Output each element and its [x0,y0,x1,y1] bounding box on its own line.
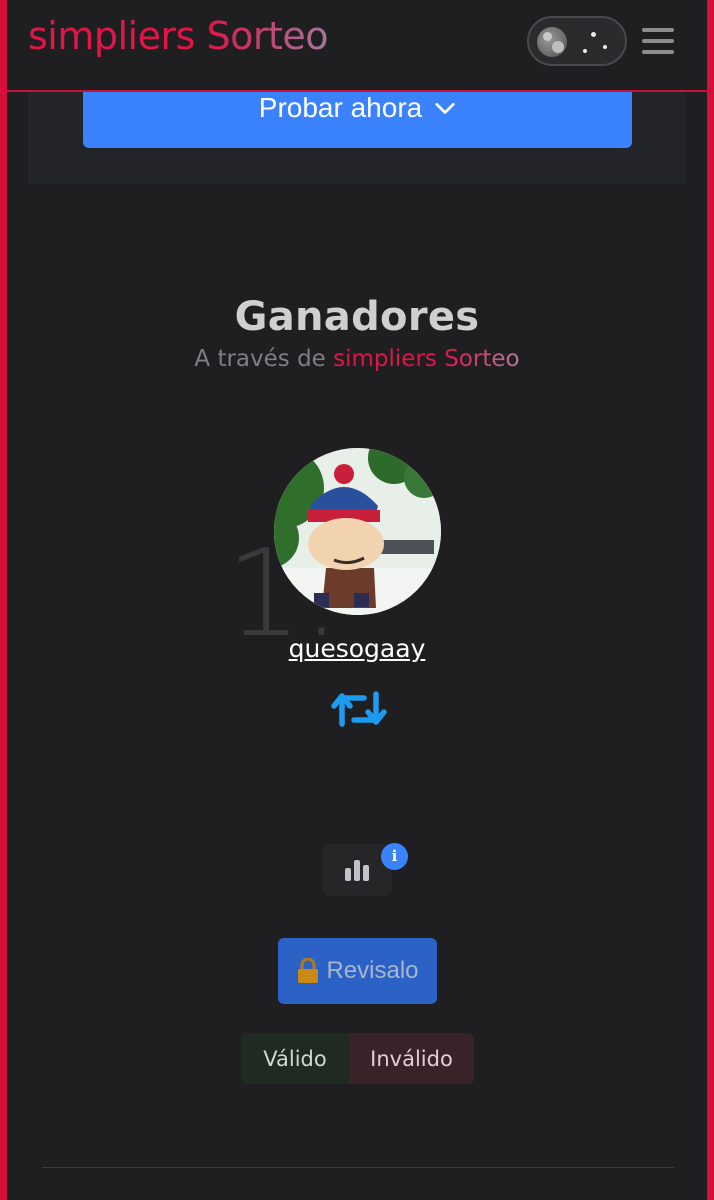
subtitle-prefix: A través de [194,346,326,372]
winner-avatar[interactable] [274,448,441,615]
hamburger-icon[interactable] [642,28,674,56]
avatar-image [274,448,441,615]
valid-button[interactable]: Válido [241,1033,349,1084]
info-icon[interactable]: i [381,843,408,870]
moon-icon [537,27,567,57]
page-title: Ganadores [234,294,480,340]
right-border [707,0,714,1200]
lock-icon [298,958,319,983]
invalid-button[interactable]: Inválido [349,1033,474,1084]
subtitle-product: Sorteo [444,346,520,372]
chevron-down-icon [435,102,455,114]
star-icon [583,49,587,53]
theme-toggle[interactable] [527,16,627,66]
brand-product: Sorteo [206,14,329,58]
winner-username[interactable]: quesogaay [0,634,714,663]
review-label: Revisalo [326,957,419,984]
star-icon [603,45,607,49]
review-button[interactable]: Revisalo [278,938,437,1004]
try-now-label: Probar ahora [258,91,423,123]
top-navbar: simpliers Sorteo [0,0,714,92]
section-divider [42,1167,674,1168]
left-border [0,0,7,1200]
brand-logo[interactable]: simpliers Sorteo [28,14,329,58]
star-icon [591,32,596,37]
try-now-button[interactable]: Probar ahora [83,90,632,148]
retweet-icon [331,691,387,727]
subtitle-brand: simpliers [333,346,437,372]
page-subtitle: A través de simpliers Sorteo [0,346,714,372]
bar-chart-icon [345,860,369,881]
brand-name: simpliers [28,14,195,58]
